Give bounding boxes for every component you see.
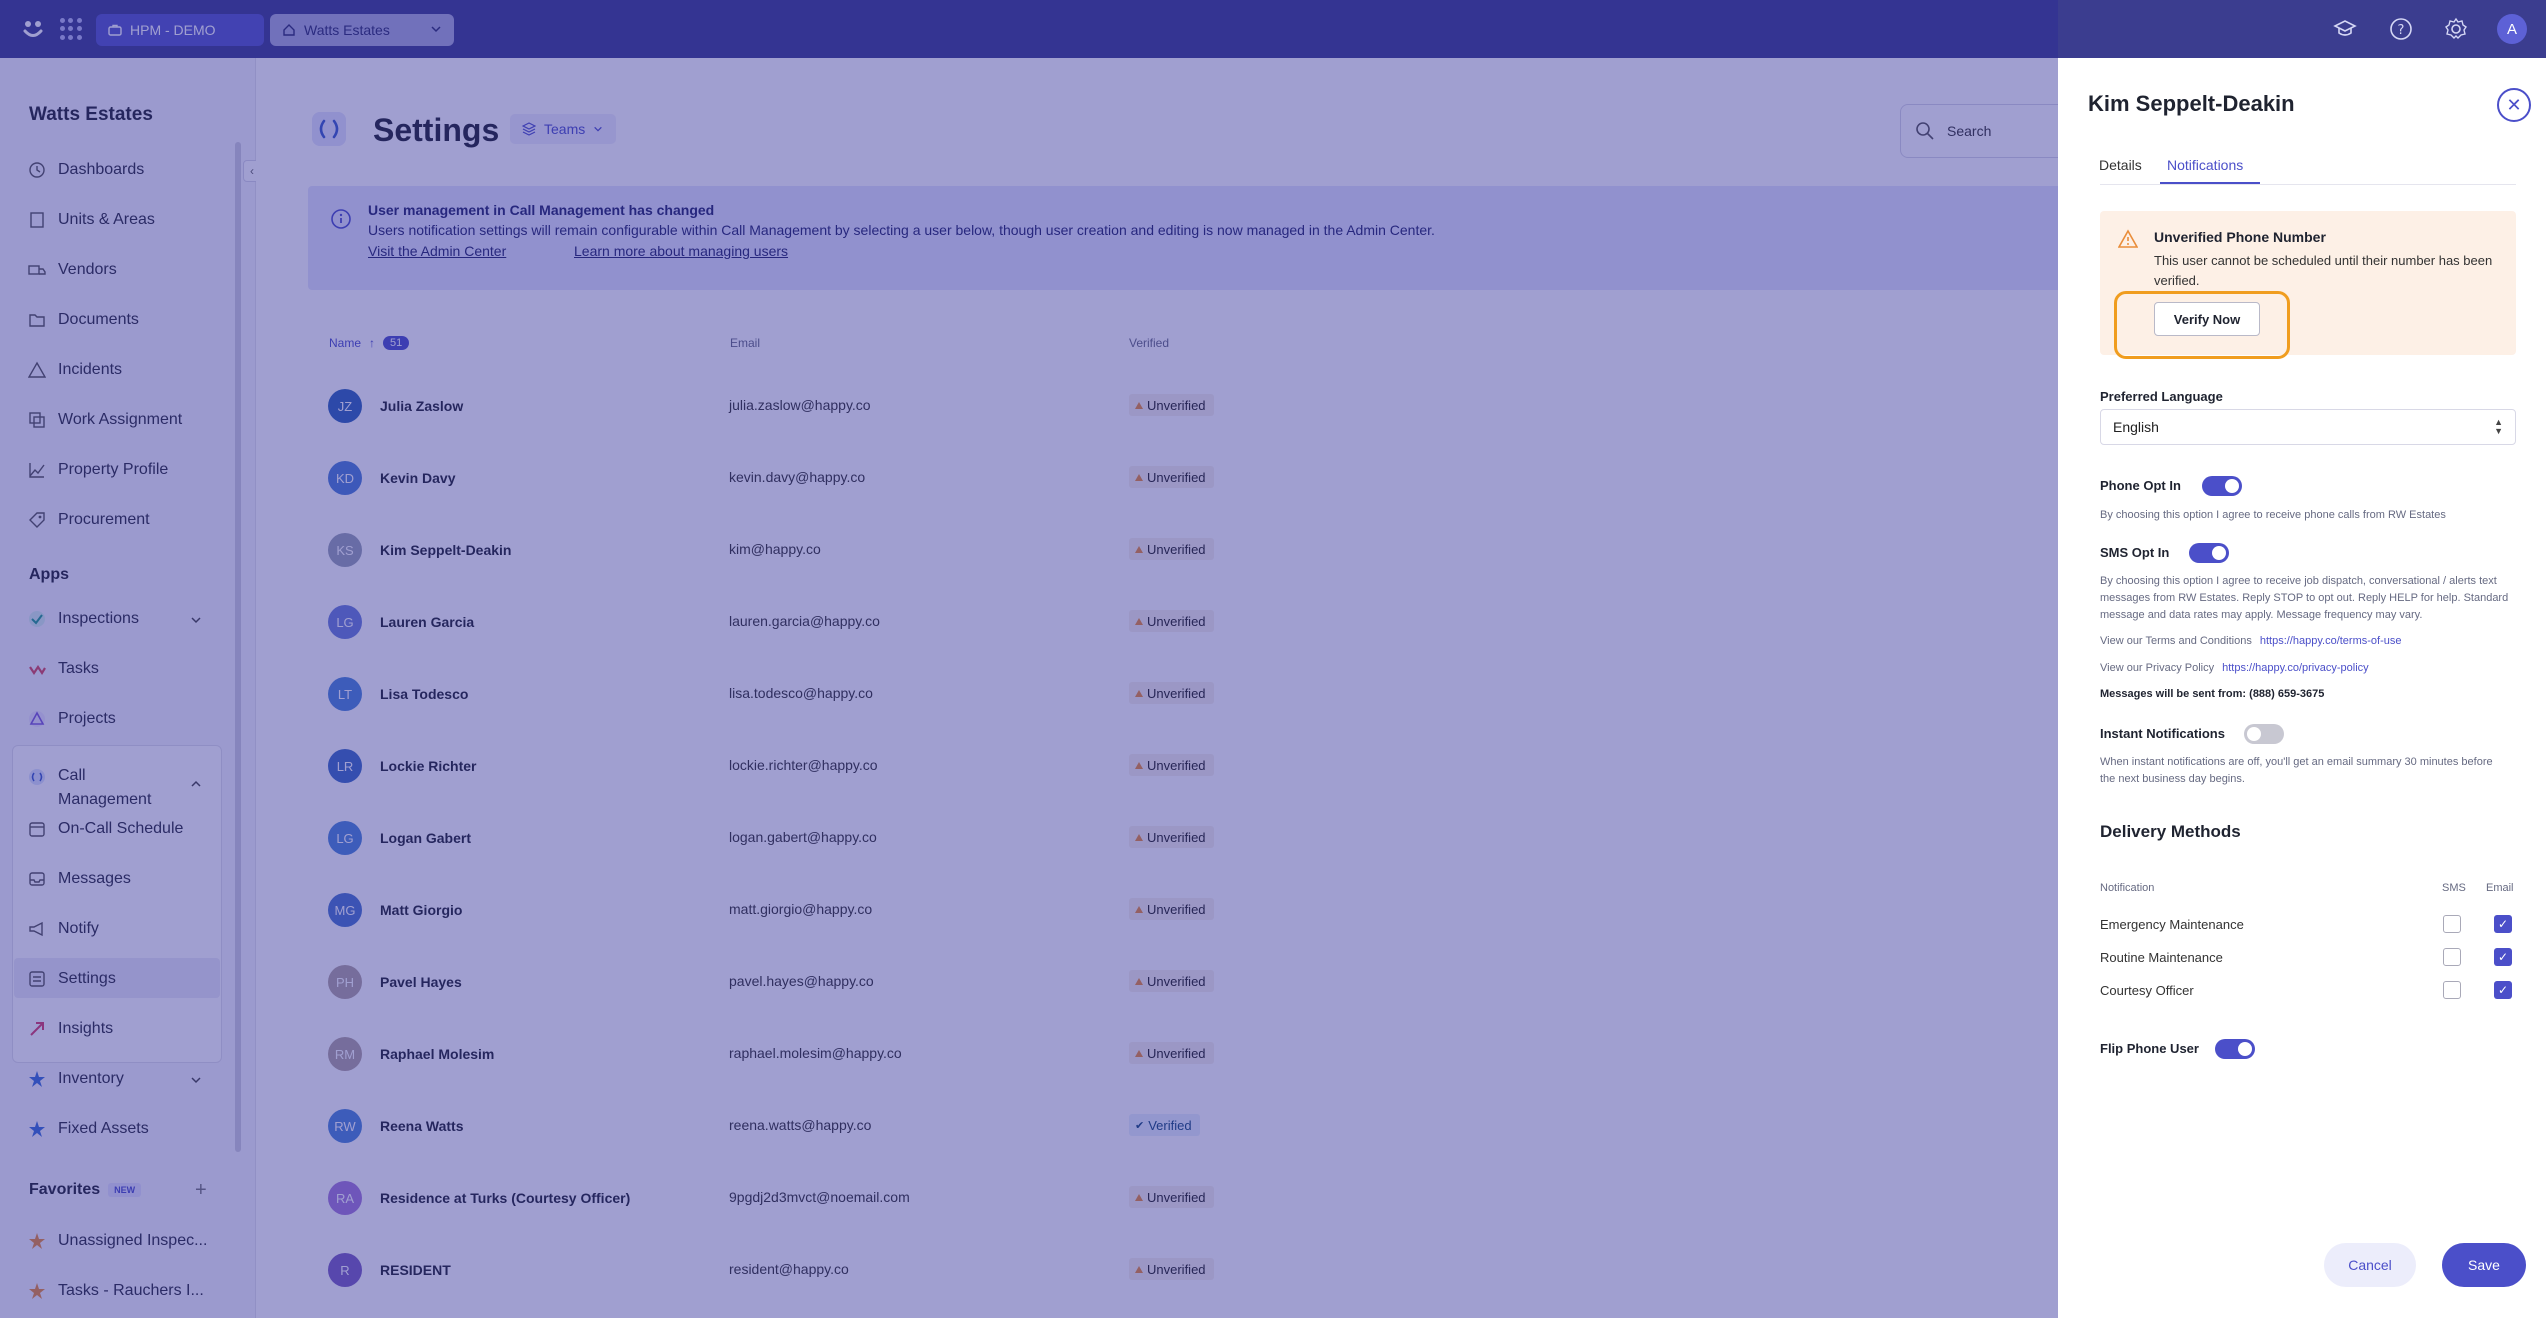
warning-icon — [2118, 229, 2138, 248]
tab-notifications[interactable]: Notifications — [2167, 157, 2243, 173]
warning-text: This user cannot be scheduled until thei… — [2154, 253, 2493, 288]
warning-title: Unverified Phone Number — [2154, 229, 2326, 245]
language-value: English — [2113, 419, 2159, 435]
phone-opt-in-label: Phone Opt In — [2100, 478, 2181, 493]
user-drawer: Kim Seppelt-Deakin ✕ Details Notificatio… — [2058, 58, 2546, 1318]
instant-notifications-label: Instant Notifications — [2100, 726, 2225, 741]
notification-column-header: Notification — [2100, 882, 2155, 894]
gear-icon[interactable] — [2444, 17, 2468, 41]
tab-details[interactable]: Details — [2099, 157, 2142, 173]
cancel-button[interactable]: Cancel — [2324, 1243, 2416, 1287]
tabs-divider — [2100, 184, 2516, 185]
terms-row: View our Terms and Conditions https://hap… — [2100, 635, 2401, 647]
privacy-label: View our Privacy Policy — [2100, 662, 2215, 674]
sms-opt-in-text: By choosing this option I agree to recei… — [2100, 575, 2509, 621]
sms-opt-in-toggle[interactable] — [2189, 543, 2229, 563]
delivery-row-label: Routine Maintenance — [2100, 950, 2223, 965]
svg-text:?: ? — [2398, 23, 2405, 38]
instant-notifications-toggle[interactable] — [2244, 724, 2284, 744]
sms-column-header: SMS — [2442, 882, 2466, 894]
drawer-title: Kim Seppelt-Deakin — [2088, 91, 2295, 116]
language-label: Preferred Language — [2100, 389, 2223, 404]
instant-notifications-text: When instant notifications are off, you'… — [2100, 756, 2493, 785]
select-arrows-icon: ▲ ▼ — [2494, 417, 2503, 436]
privacy-row: View our Privacy Policy https://happy.co/… — [2100, 662, 2369, 674]
sms-checkbox[interactable] — [2443, 948, 2461, 966]
email-checkbox[interactable]: ✓ — [2494, 981, 2512, 999]
flip-phone-toggle[interactable] — [2215, 1039, 2255, 1059]
help-icon[interactable]: ? — [2389, 17, 2413, 41]
sms-checkbox[interactable] — [2443, 915, 2461, 933]
language-select[interactable]: English ▲ ▼ — [2100, 409, 2516, 445]
terms-label: View our Terms and Conditions — [2100, 635, 2252, 647]
email-checkbox[interactable]: ✓ — [2494, 915, 2512, 933]
close-icon[interactable]: ✕ — [2497, 88, 2531, 122]
flip-phone-label: Flip Phone User — [2100, 1041, 2199, 1056]
email-checkbox[interactable]: ✓ — [2494, 948, 2512, 966]
email-column-header: Email — [2486, 882, 2514, 894]
terms-link[interactable]: https://happy.co/terms-of-use — [2260, 635, 2402, 647]
verify-highlight-ring — [2114, 291, 2290, 359]
sent-from-text: Messages will be sent from: (888) 659-36… — [2100, 688, 2325, 700]
phone-opt-in-toggle[interactable] — [2202, 476, 2242, 496]
sms-opt-in-label: SMS Opt In — [2100, 545, 2170, 560]
active-tab-indicator — [2160, 182, 2260, 184]
sms-checkbox[interactable] — [2443, 981, 2461, 999]
phone-opt-in-text: By choosing this option I agree to recei… — [2100, 509, 2446, 521]
delivery-methods-title: Delivery Methods — [2100, 822, 2241, 841]
modal-overlay[interactable] — [0, 0, 2058, 1318]
user-avatar[interactable]: A — [2497, 14, 2527, 44]
privacy-link[interactable]: https://happy.co/privacy-policy — [2222, 662, 2369, 674]
graduation-cap-icon[interactable] — [2333, 17, 2357, 41]
save-button[interactable]: Save — [2442, 1243, 2526, 1287]
delivery-row-label: Courtesy Officer — [2100, 983, 2194, 998]
delivery-row-label: Emergency Maintenance — [2100, 917, 2244, 932]
